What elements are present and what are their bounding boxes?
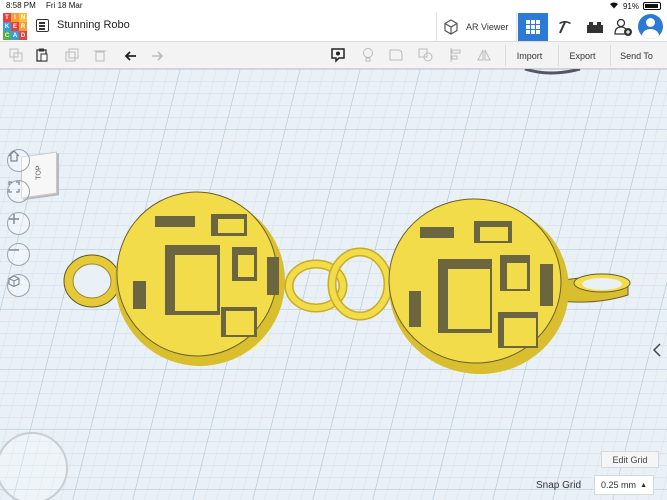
ar-cube-icon — [444, 19, 458, 35]
logo-letter: K — [3, 22, 11, 31]
undo-icon[interactable] — [122, 47, 138, 63]
header-divider — [436, 12, 437, 42]
duplicate-icon[interactable] — [64, 47, 80, 63]
redo-icon[interactable] — [150, 47, 166, 63]
add-user-icon — [614, 18, 632, 36]
battery-percent: 91% — [622, 1, 639, 11]
paste-icon[interactable] — [34, 47, 50, 63]
edit-grid-button[interactable]: Edit Grid — [601, 451, 659, 468]
app-header: TINKERCAD Stunning Robo AR Viewer — [0, 12, 667, 42]
ar-viewer-label: AR Viewer — [466, 22, 509, 32]
copy-icon[interactable] — [8, 47, 24, 63]
logo-letter: E — [11, 22, 19, 31]
perspective-cube-icon — [8, 275, 20, 287]
group-icon[interactable] — [418, 47, 434, 63]
orbit-control[interactable] — [0, 432, 68, 500]
status-date: Fri 18 Mar — [46, 1, 83, 10]
logo-letter: R — [19, 22, 27, 31]
logo-letter: D — [19, 31, 27, 40]
status-time: 8:58 PM — [6, 1, 36, 10]
workplane-canvas — [0, 69, 667, 500]
wifi-icon — [609, 1, 619, 11]
snap-grid-control: Snap Grid 0.25 mm ▲︎ — [536, 474, 659, 496]
zoom-in-icon — [9, 214, 19, 224]
fit-view-button[interactable] — [7, 180, 30, 203]
minecraft-view-button[interactable] — [550, 13, 580, 41]
status-bar: 8:58 PM Fri 18 Mar 91% — [0, 0, 667, 12]
snap-grid-label: Snap Grid — [536, 479, 582, 491]
view-cube-label: TOP — [35, 164, 43, 181]
light-icon[interactable] — [360, 47, 376, 63]
delete-icon[interactable] — [92, 47, 108, 63]
3d-design-view-button[interactable] — [518, 13, 548, 41]
align-icon[interactable] — [448, 47, 464, 63]
home-icon — [8, 150, 20, 162]
note-icon[interactable] — [330, 47, 346, 63]
logo-letter: N — [19, 13, 27, 22]
design-title[interactable]: Stunning Robo — [57, 19, 130, 31]
header-divider — [516, 12, 517, 42]
shape-icon[interactable] — [388, 47, 404, 63]
dropdown-arrow-icon: ▲︎ — [640, 481, 647, 489]
design-list-icon[interactable] — [36, 19, 49, 32]
edit-toolbar: Import Export Send To — [0, 42, 667, 69]
logo-letter: C — [3, 31, 11, 40]
pickaxe-icon — [559, 21, 571, 34]
add-user-button[interactable] — [608, 13, 638, 41]
grid-view-icon — [526, 20, 540, 34]
user-avatar[interactable] — [638, 14, 663, 39]
zoom-out-icon — [9, 249, 19, 251]
battery-icon — [643, 2, 661, 10]
import-button[interactable]: Import — [505, 45, 553, 66]
collapse-panel-button[interactable] — [653, 343, 667, 367]
chevron-left-icon — [653, 343, 661, 357]
logo-letter: A — [11, 31, 19, 40]
send-to-button[interactable]: Send To — [610, 45, 662, 66]
pocket — [155, 216, 195, 227]
workplane[interactable]: TOP — [0, 69, 667, 500]
ar-viewer-button[interactable]: AR Viewer — [442, 16, 508, 38]
bricks-view-button[interactable] — [580, 13, 610, 41]
logo-letter: I — [11, 13, 19, 22]
fit-view-icon — [8, 181, 20, 193]
perspective-button[interactable] — [7, 274, 30, 297]
export-button[interactable]: Export — [558, 45, 606, 66]
zoom-out-button[interactable] — [7, 243, 30, 266]
tinkercad-logo[interactable]: TINKERCAD — [3, 13, 27, 40]
snap-grid-value: 0.25 mm — [601, 480, 637, 490]
mirror-icon[interactable] — [476, 47, 492, 63]
brick-icon — [587, 22, 603, 33]
snap-grid-select[interactable]: 0.25 mm ▲︎ — [594, 475, 654, 495]
zoom-in-button[interactable] — [7, 212, 30, 235]
logo-letter: T — [3, 13, 11, 22]
home-view-button[interactable] — [7, 149, 30, 172]
